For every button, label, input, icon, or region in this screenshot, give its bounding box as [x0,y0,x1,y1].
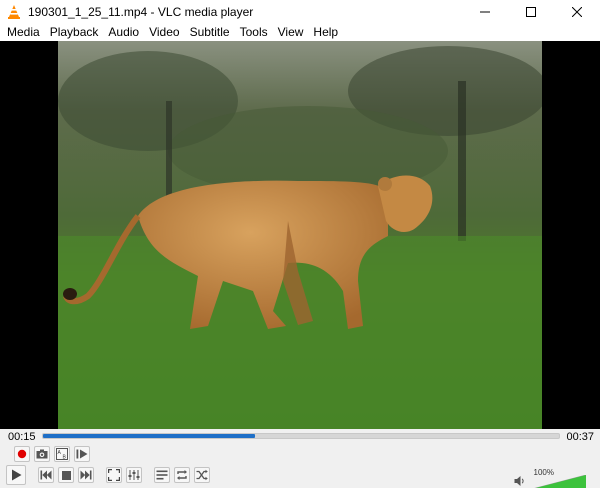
fullscreen-icon [108,469,120,481]
shuffle-button[interactable] [194,467,210,483]
next-button[interactable] [78,467,94,483]
playlist-icon [156,470,168,480]
window-controls [462,0,600,23]
snapshot-button[interactable] [34,446,50,462]
menu-tools[interactable]: Tools [235,23,273,41]
menu-bar: Media Playback Audio Video Subtitle Tool… [0,23,600,41]
title-bar: 190301_1_25_11.mp4 - VLC media player [0,0,600,23]
play-icon [12,469,22,481]
loop-ab-button[interactable]: AB [54,446,70,462]
menu-playback[interactable]: Playback [45,23,104,41]
menu-view[interactable]: View [273,23,309,41]
camera-icon [36,449,48,459]
record-icon [17,449,27,459]
vlc-cone-icon [8,4,20,19]
loop-ab-icon: AB [56,448,68,460]
control-bar: AB 100% [0,445,600,488]
elapsed-time: 00:15 [8,431,36,443]
playlist-button[interactable] [154,467,170,483]
seek-slider[interactable] [42,433,560,439]
frame-step-button[interactable] [74,446,90,462]
maximize-button[interactable] [508,0,554,23]
seek-progress [43,434,255,438]
video-area[interactable] [0,41,600,429]
speaker-icon[interactable] [514,475,526,487]
volume-slider[interactable] [532,475,586,488]
next-icon [80,470,92,480]
svg-text:A: A [58,450,62,456]
shuffle-icon [196,469,208,481]
previous-button[interactable] [38,467,54,483]
close-button[interactable] [554,0,600,23]
minimize-button[interactable] [462,0,508,23]
minimize-icon [480,11,490,12]
previous-icon [40,470,52,480]
fullscreen-button[interactable] [106,467,122,483]
seek-row: 00:15 00:37 [0,429,600,445]
video-frame [58,41,542,429]
extended-settings-button[interactable] [126,467,142,483]
total-time: 00:37 [566,431,594,443]
menu-help[interactable]: Help [308,23,343,41]
equalizer-icon [128,470,140,480]
menu-subtitle[interactable]: Subtitle [185,23,235,41]
play-button[interactable] [6,465,26,485]
record-button[interactable] [14,446,30,462]
menu-video[interactable]: Video [144,23,184,41]
menu-media[interactable]: Media [2,23,45,41]
maximize-icon [526,6,536,17]
loop-icon [177,470,187,480]
frame-step-icon [76,449,88,459]
window-title: 190301_1_25_11.mp4 - VLC media player [28,4,254,19]
close-icon [572,6,582,17]
menu-audio[interactable]: Audio [103,23,144,41]
loop-button[interactable] [174,467,190,483]
stop-icon [61,470,71,480]
stop-button[interactable] [58,467,74,483]
